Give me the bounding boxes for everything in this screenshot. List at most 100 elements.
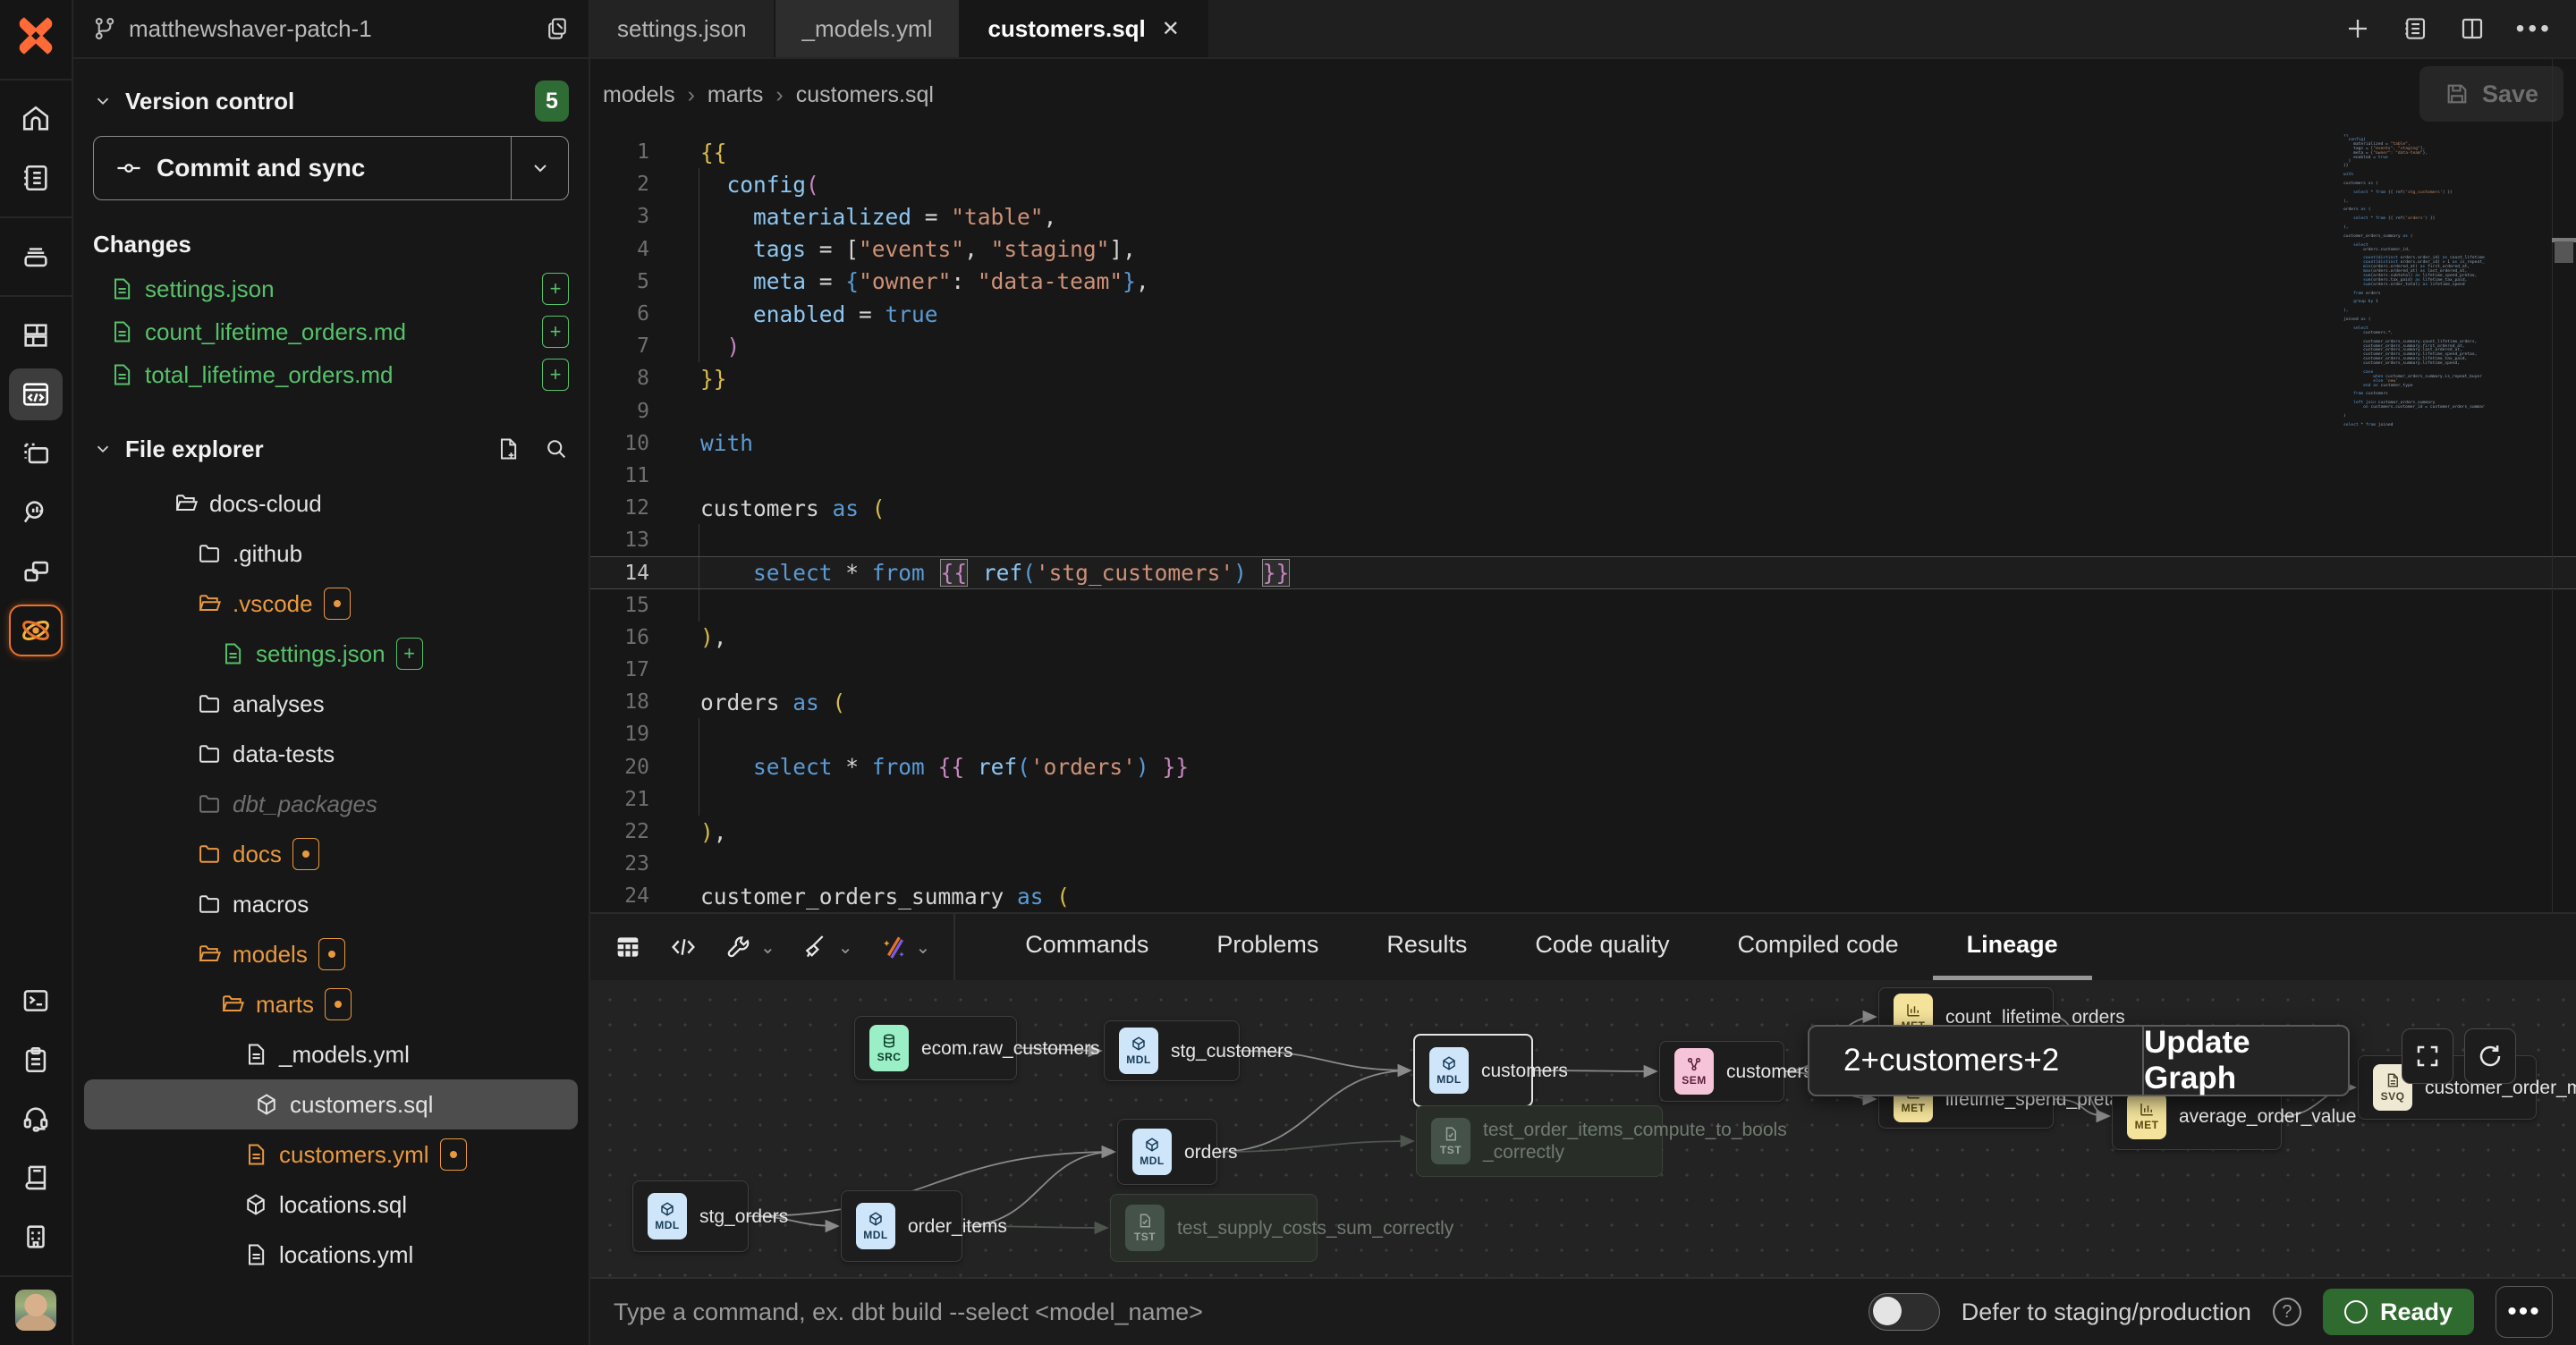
commit-and-sync-button[interactable]: Commit and sync [93, 136, 569, 200]
code-line-3[interactable]: 3 materialized = "table", [590, 200, 2576, 233]
tree-item-.vscode[interactable]: .vscode [73, 579, 589, 629]
tab-models-yml[interactable]: _models.yml [775, 0, 962, 57]
format-dropdown[interactable]: ⌄ [802, 933, 853, 961]
split-editor-icon[interactable] [2459, 15, 2486, 42]
panel-tab-compiled-code[interactable]: Compiled code [1704, 914, 1933, 980]
code-line-8[interactable]: 8}} [590, 362, 2576, 394]
help-icon[interactable]: ? [2273, 1298, 2301, 1326]
code-line-23[interactable]: 23 [590, 848, 2576, 880]
tree-item-data-tests[interactable]: data-tests [73, 729, 589, 779]
lineage-node-orders[interactable]: MDL orders [1117, 1119, 1217, 1185]
tree-item-locations.sql[interactable]: locations.sql [73, 1180, 589, 1230]
more-actions-icon[interactable]: ••• [2516, 14, 2553, 43]
checklist-icon[interactable] [9, 1034, 63, 1086]
tree-item-customers.yml[interactable]: customers.yml [73, 1129, 589, 1180]
lineage-node-order_items[interactable]: MDL order_items [841, 1190, 962, 1262]
lineage-node-test_supply[interactable]: TST test_supply_costs_sum_correctly [1110, 1194, 1318, 1262]
tree-item-docs-cloud[interactable]: docs-cloud [73, 478, 589, 529]
lineage-node-customers[interactable]: MDL customers [1413, 1034, 1533, 1107]
panel-tab-commands[interactable]: Commands [991, 914, 1182, 980]
panel-tab-results[interactable]: Results [1352, 914, 1501, 980]
code-line-6[interactable]: 6 enabled = true [590, 298, 2576, 330]
code-line-15[interactable]: 15 [590, 589, 2576, 622]
notebook-icon[interactable] [9, 152, 63, 204]
copilot-atom-icon[interactable] [9, 605, 63, 656]
open-editors-icon[interactable] [2402, 15, 2428, 42]
new-file-icon[interactable] [496, 436, 521, 461]
dashboard-grid-icon[interactable] [9, 309, 63, 361]
copy-icon[interactable] [544, 15, 571, 42]
panel-tab-code-quality[interactable]: Code quality [1501, 914, 1703, 980]
user-avatar[interactable] [15, 1290, 56, 1331]
fix-with-ai-dropdown[interactable]: ⌄ [880, 933, 931, 961]
code-line-21[interactable]: 21 [590, 783, 2576, 816]
windows-icon[interactable] [9, 546, 63, 597]
lineage-node-raw_customers[interactable]: SRC ecom.raw_customers [854, 1016, 1017, 1080]
file-explorer-header[interactable]: File explorer [73, 419, 589, 478]
search-insights-icon[interactable] [9, 486, 63, 538]
headset-icon[interactable] [9, 1093, 63, 1145]
code-line-5[interactable]: 5 meta = {"owner": "data-team"}, [590, 266, 2576, 298]
code-line-1[interactable]: 1{{ [590, 136, 2576, 168]
panel-tab-lineage[interactable]: Lineage [1933, 914, 2092, 980]
tree-item-docs[interactable]: docs [73, 829, 589, 879]
lineage-node-customers_sem[interactable]: SEM customers [1659, 1041, 1784, 1102]
code-line-14[interactable]: 14 select * from {{ ref('stg_customers')… [590, 556, 2576, 588]
book-icon[interactable] [9, 1152, 63, 1204]
tree-item-locations.yml[interactable]: locations.yml [73, 1230, 589, 1280]
trays-icon[interactable] [9, 231, 63, 283]
code-editor-icon[interactable] [9, 368, 63, 420]
frame-dashed-icon[interactable] [9, 427, 63, 479]
version-control-header[interactable]: Version control 5 [73, 72, 589, 131]
tab-customers-sql[interactable]: customers.sql✕ [961, 0, 1208, 57]
code-line-11[interactable]: 11 [590, 460, 2576, 492]
tree-item-settings.json[interactable]: settings.json+ [73, 629, 589, 679]
code-line-20[interactable]: 20 select * from {{ ref('orders') }} [590, 751, 2576, 783]
more-options-button[interactable]: ••• [2496, 1286, 2553, 1338]
code-lines[interactable]: 1{{2 config(3 materialized = "table",4 t… [590, 136, 2576, 912]
tree-item-analyses[interactable]: analyses [73, 679, 589, 729]
lineage-canvas[interactable]: SRC ecom.raw_customers MDL stg_customers M… [590, 980, 2576, 1277]
code-line-17[interactable]: 17 [590, 654, 2576, 686]
tab-settings-json[interactable]: settings.json [590, 0, 775, 57]
terminal-icon[interactable] [9, 975, 63, 1027]
tree-item-customers.sql[interactable]: customers.sql [84, 1079, 578, 1129]
code-line-13[interactable]: 13 [590, 524, 2576, 556]
search-icon[interactable] [544, 436, 569, 461]
panel-tab-problems[interactable]: Problems [1182, 914, 1352, 980]
defer-toggle[interactable] [1868, 1293, 1940, 1331]
home-icon[interactable] [9, 93, 63, 145]
compile-code-icon[interactable] [669, 933, 698, 961]
update-graph-button[interactable]: Update Graph [2142, 1027, 2348, 1095]
lineage-node-test_order_items[interactable]: TST test_order_items_compute_to_bools_co… [1416, 1105, 1663, 1177]
commit-options-caret[interactable] [511, 137, 568, 199]
lineage-query-input[interactable]: 2+customers+2 [1809, 1027, 2142, 1095]
code-line-24[interactable]: 24customer_orders_summary as ( [590, 880, 2576, 912]
changed-file-count_lifetime_orders.md[interactable]: count_lifetime_orders.md + [73, 310, 589, 353]
close-icon[interactable]: ✕ [1162, 16, 1180, 42]
code-line-9[interactable]: 9 [590, 395, 2576, 427]
code-line-16[interactable]: 16), [590, 622, 2576, 654]
build-tools-dropdown[interactable]: ⌄ [724, 933, 775, 961]
branch-selector[interactable]: matthewshaver-patch-1 [73, 0, 589, 59]
code-line-7[interactable]: 7 ) [590, 330, 2576, 362]
tree-item-macros[interactable]: macros [73, 879, 589, 929]
code-line-22[interactable]: 22), [590, 816, 2576, 848]
minimap[interactable]: {{ config( materialized = "table", tags … [2343, 134, 2485, 456]
changed-file-settings.json[interactable]: settings.json + [73, 267, 589, 310]
code-line-4[interactable]: 4 tags = ["events", "staging"], [590, 233, 2576, 266]
fullscreen-icon[interactable] [2402, 1028, 2453, 1084]
tree-item-marts[interactable]: marts [73, 979, 589, 1029]
editor-scrollbar[interactable] [2552, 59, 2576, 912]
status-badge[interactable]: Ready [2323, 1289, 2474, 1335]
lineage-node-stg_orders[interactable]: MDL stg_orders [632, 1180, 749, 1252]
code-line-10[interactable]: 10with [590, 427, 2576, 460]
code-line-19[interactable]: 19 [590, 718, 2576, 750]
tree-item-models[interactable]: models [73, 929, 589, 979]
lineage-node-stg_customers[interactable]: MDL stg_customers [1104, 1020, 1240, 1081]
code-line-18[interactable]: 18orders as ( [590, 686, 2576, 718]
preview-table-icon[interactable] [614, 933, 642, 961]
changed-file-total_lifetime_orders.md[interactable]: total_lifetime_orders.md + [73, 353, 589, 396]
tree-item-dbt_packages[interactable]: dbt_packages [73, 779, 589, 829]
save-button[interactable]: Save [2419, 66, 2563, 122]
